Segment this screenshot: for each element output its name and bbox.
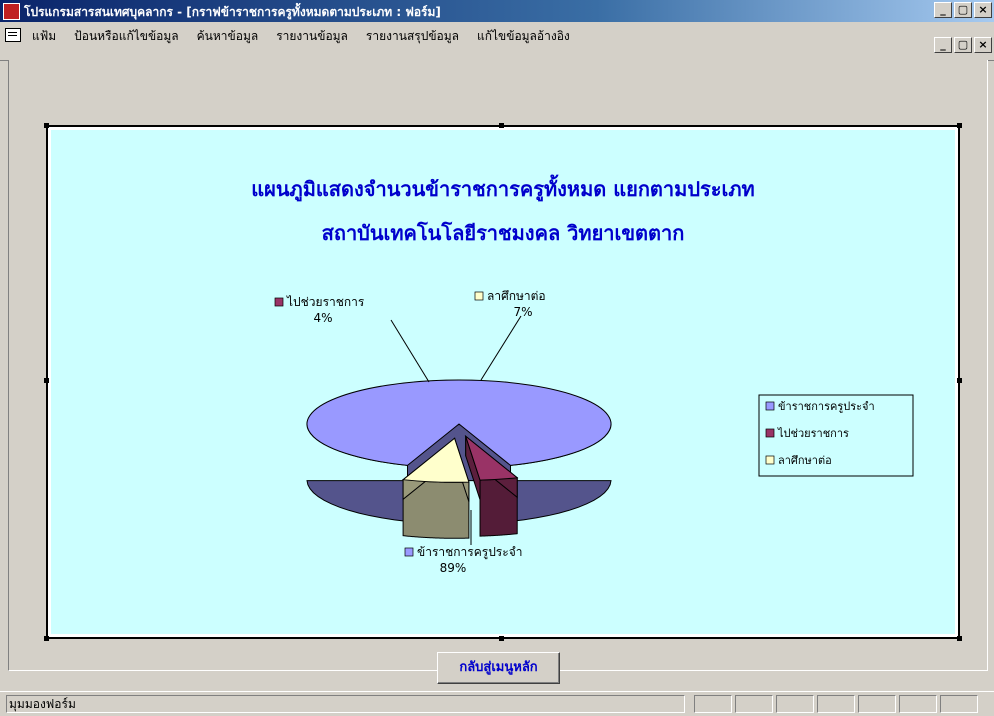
menu: แฟ้ม ป้อนหรือแก้ไขข้อมูล ค้นหาข้อมูล ราย… — [32, 27, 570, 46]
menu-item-file[interactable]: แฟ้ม — [32, 27, 56, 46]
resize-handle[interactable] — [957, 636, 962, 641]
minimize-button[interactable]: _ — [934, 2, 952, 18]
window-title: โปรแกรมสารสนเทศบุคลากร - [กราฟข้าราชการค… — [24, 5, 441, 19]
title-bar: โปรแกรมสารสนเทศบุคลากร - [กราฟข้าราชการค… — [0, 0, 994, 22]
data-label-value: 89% — [440, 561, 467, 575]
form-document-icon[interactable] — [5, 28, 21, 42]
pie-chart: แผนภูมิแสดงจำนวนข้าราชการครูทั้งหมด แยกต… — [251, 174, 914, 575]
leader-line — [390, 319, 430, 383]
menu-item-search[interactable]: ค้นหาข้อมูล — [197, 27, 259, 46]
menu-item-edit-data[interactable]: ป้อนหรือแก้ไขข้อมูล — [74, 27, 179, 46]
status-bar: มุมมองฟอร์ม — [0, 691, 994, 716]
back-to-main-menu-button[interactable]: กลับสู่เมนูหลัก — [437, 652, 560, 684]
status-cell — [817, 695, 855, 713]
app-icon — [3, 3, 20, 20]
status-cell — [899, 695, 937, 713]
menu-item-reference[interactable]: แก้ไขข้อมูลอ้างอิง — [477, 27, 570, 46]
status-cell — [776, 695, 814, 713]
data-label-swatch — [474, 291, 484, 301]
data-label-name: ไปช่วยราชการ — [286, 295, 365, 309]
close-button[interactable]: × — [974, 2, 992, 18]
legend-swatch — [765, 455, 775, 465]
data-label-swatch — [404, 547, 414, 557]
data-label-name: ลาศึกษาต่อ — [487, 289, 546, 303]
resize-handle[interactable] — [44, 636, 49, 641]
doc-close-button[interactable]: × — [974, 37, 992, 53]
chart-plot-area: แผนภูมิแสดงจำนวนข้าราชการครูทั้งหมด แยกต… — [51, 130, 955, 634]
resize-handle[interactable] — [957, 123, 962, 128]
legend-swatch — [765, 428, 775, 438]
data-label-swatch — [274, 297, 284, 307]
status-cell — [858, 695, 896, 713]
status-cell — [940, 695, 978, 713]
resize-handle[interactable] — [499, 636, 504, 641]
resize-handle[interactable] — [44, 123, 49, 128]
leader-line — [480, 315, 522, 381]
data-label-value: 7% — [513, 305, 532, 319]
status-cell — [735, 695, 773, 713]
legend-swatch — [765, 401, 775, 411]
data-label-value: 4% — [313, 311, 332, 325]
legend-label: ข้าราชการครูประจำ — [778, 400, 875, 413]
doc-minimize-button[interactable]: _ — [934, 37, 952, 53]
resize-handle[interactable] — [957, 378, 962, 383]
status-text: มุมมองฟอร์ม — [6, 695, 685, 713]
menu-item-summary-report[interactable]: รายงานสรุปข้อมูล — [366, 27, 459, 46]
restore-button[interactable]: ▢ — [954, 2, 972, 18]
menu-item-report[interactable]: รายงานข้อมูล — [276, 27, 348, 46]
chart-title: แผนภูมิแสดงจำนวนข้าราชการครูทั้งหมด แยกต… — [251, 174, 754, 203]
legend-label: ไปช่วยราชการ — [777, 427, 849, 440]
doc-restore-button[interactable]: ▢ — [954, 37, 972, 53]
chart-object[interactable]: แผนภูมิแสดงจำนวนข้าราชการครูทั้งหมด แยกต… — [44, 123, 962, 641]
menu-bar: แฟ้ม ป้อนหรือแก้ไขข้อมูล ค้นหาข้อมูล ราย… — [0, 22, 994, 61]
chart-subtitle: สถาบันเทคโนโลยีราชมงคล วิทยาเขตตาก — [322, 221, 685, 245]
legend-label: ลาศึกษาต่อ — [778, 454, 832, 467]
data-label-name: ข้าราชการครูประจำ — [417, 545, 522, 560]
resize-handle[interactable] — [499, 123, 504, 128]
resize-handle[interactable] — [44, 378, 49, 383]
status-cell — [694, 695, 732, 713]
